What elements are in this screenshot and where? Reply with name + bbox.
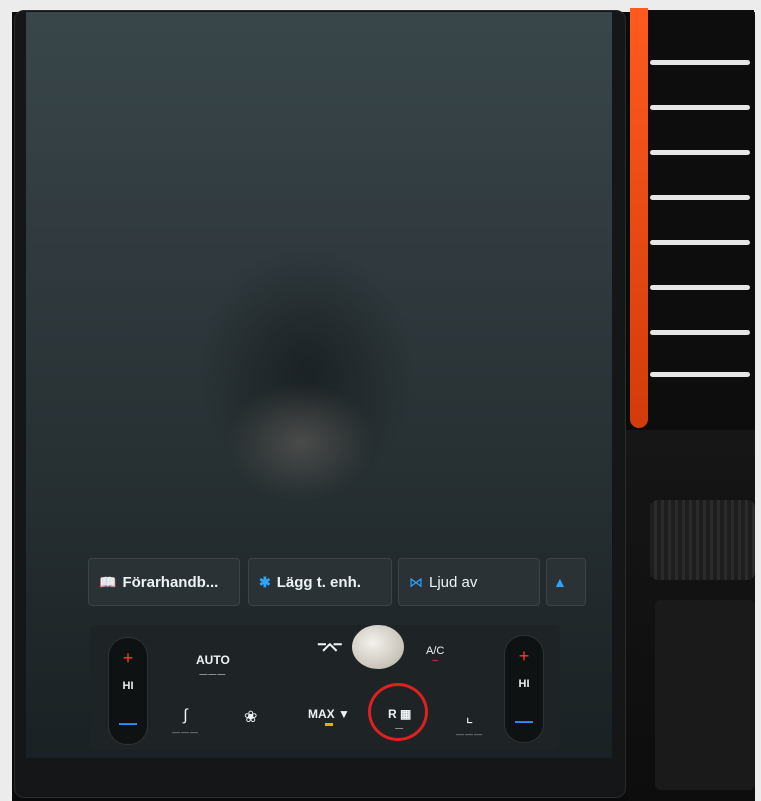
next-shortcut-button[interactable]: ▲ — [546, 558, 586, 606]
max-defrost-indicator — [324, 723, 333, 726]
defrost-icon: ▼ — [338, 707, 350, 721]
auto-label: AUTO — [196, 653, 230, 667]
image-border-right — [755, 0, 761, 801]
seat-indicator: ——— — [456, 730, 483, 739]
climate-control-bar: + HI — AUTO ——— ⌤ A/C – + HI — ∫ ——— ❀ M… — [90, 625, 560, 750]
auto-climate-button[interactable]: AUTO ——— — [196, 653, 230, 679]
windshield-airflow-icon: ⌤ — [316, 636, 344, 663]
vent-slat — [650, 285, 750, 290]
vent-slat — [650, 240, 750, 245]
passenger-increase-button[interactable]: + — [505, 646, 543, 667]
fan-icon: ❀ — [244, 709, 258, 726]
broadcast-icon: ⋈ — [409, 573, 423, 590]
dashboard-textured-panel — [650, 500, 755, 580]
max-defrost-label: MAX — [308, 707, 335, 721]
volume-knob[interactable] — [352, 625, 404, 669]
mute-label: Ljud av — [429, 573, 478, 591]
vent-slat — [650, 150, 750, 155]
passenger-decrease-button[interactable]: — — [505, 711, 543, 732]
max-defrost-button[interactable]: MAX ▼ — [308, 707, 350, 726]
fan-button[interactable]: ❀ — [244, 707, 257, 727]
driver-fan-level: HI — [122, 680, 134, 692]
driver-increase-button[interactable]: + — [109, 648, 147, 669]
owner-manual-button[interactable]: 📖 Förarhandb... — [88, 558, 240, 606]
bluetooth-icon: ✱ — [259, 573, 271, 590]
air-vent-grille — [632, 10, 754, 430]
add-device-label: Lägg t. enh. — [276, 573, 361, 591]
passenger-fan-control[interactable]: + HI — — [504, 635, 544, 743]
navigation-icon: ▲ — [553, 574, 567, 590]
heated-seat-button[interactable]: ∫ ——— — [172, 707, 199, 737]
mute-button[interactable]: ⋈ Ljud av — [398, 558, 540, 606]
heated-seat-indicator: ——— — [172, 728, 199, 737]
screen-reflection-hand — [226, 382, 376, 502]
ac-indicator: – — [432, 655, 438, 666]
driver-decrease-button[interactable]: — — [109, 713, 147, 734]
seat-button[interactable]: ⌞ ——— — [456, 707, 483, 739]
auto-indicator: ——— — [199, 670, 227, 679]
seat-icon: ⌞ — [465, 709, 474, 726]
windshield-airflow-button[interactable]: ⌤ — [316, 635, 344, 664]
vent-slat — [650, 60, 750, 65]
heated-seat-icon: ∫ — [183, 707, 188, 724]
book-icon: 📖 — [99, 573, 117, 590]
vent-slat — [650, 330, 750, 335]
add-device-button[interactable]: ✱ Lägg t. enh. — [248, 558, 392, 606]
vent-slat — [650, 372, 750, 377]
image-border-left — [0, 0, 12, 801]
vent-slat — [650, 195, 750, 200]
dashboard-panel — [655, 600, 755, 790]
air-vent-rim — [630, 8, 648, 428]
vent-slat — [650, 105, 750, 110]
passenger-fan-level: HI — [518, 678, 530, 690]
owner-manual-label: Förarhandb... — [122, 573, 219, 591]
driver-fan-control[interactable]: + HI — — [108, 637, 148, 745]
ac-button[interactable]: A/C – — [426, 645, 444, 666]
highlight-circle — [368, 683, 428, 741]
